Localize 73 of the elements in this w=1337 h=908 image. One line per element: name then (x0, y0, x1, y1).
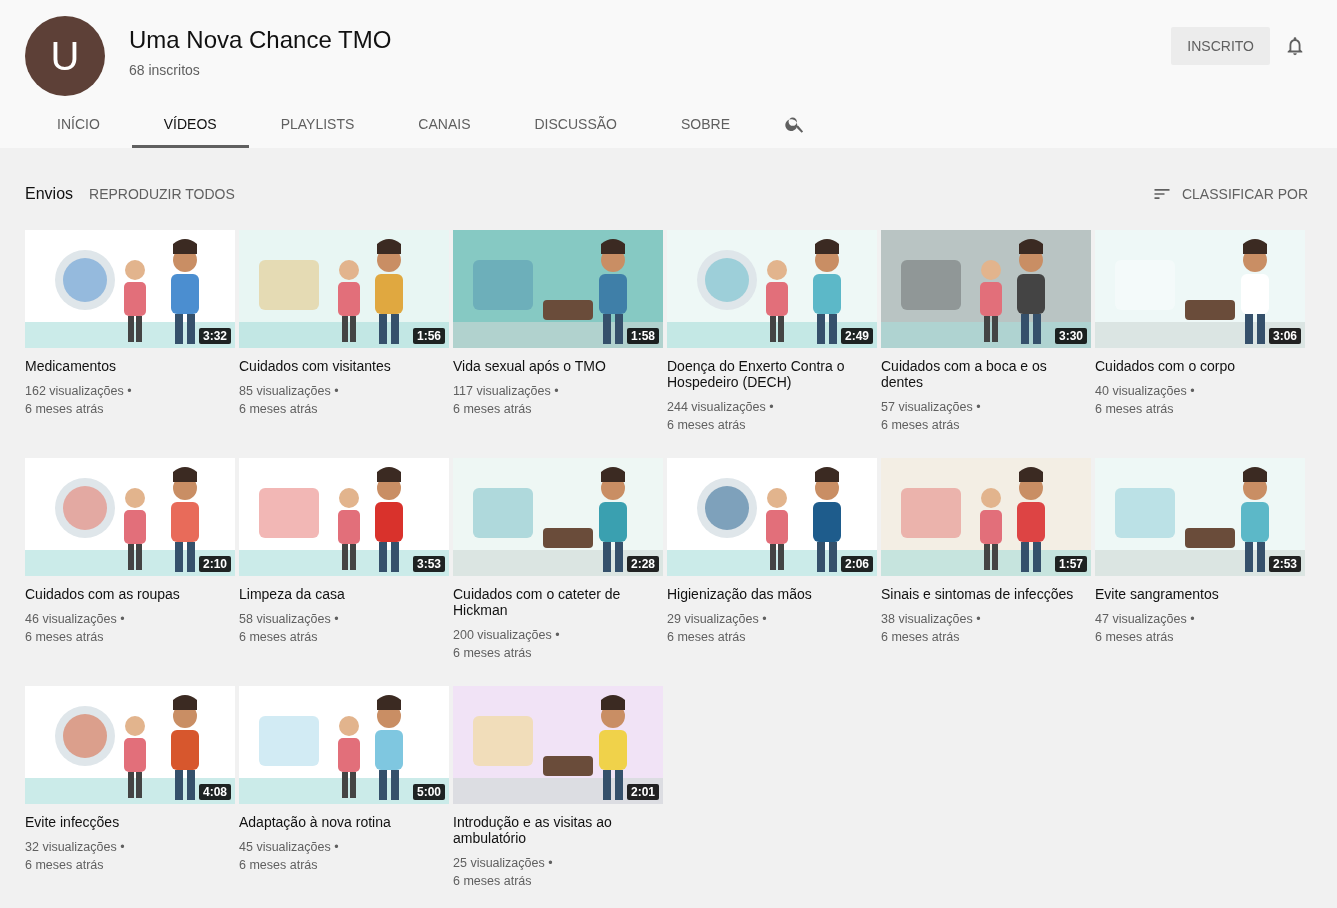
video-title[interactable]: Cuidados com as roupas (25, 586, 235, 602)
video-title[interactable]: Evite sangramentos (1095, 586, 1305, 602)
view-count: 47 visualizações • (1095, 611, 1196, 628)
video-title[interactable]: Higienização das mãos (667, 586, 877, 602)
duration-badge: 4:08 (198, 784, 231, 800)
channel-avatar[interactable]: U (25, 16, 105, 96)
channel-tab[interactable]: DISCUSSÃO (502, 100, 649, 148)
section-title: Envios (25, 185, 74, 203)
video-title[interactable]: Sinais e sintomas de infecções (881, 586, 1091, 602)
duration-badge: 2:49 (840, 328, 873, 344)
view-count: 45 visualizações • (239, 839, 340, 856)
video-title[interactable]: Cuidados com o corpo (1095, 358, 1305, 374)
video-title[interactable]: Cuidados com visitantes (239, 358, 449, 374)
video-title[interactable]: Introdução e as visitas ao ambulatório (453, 814, 663, 846)
duration-badge: 2:28 (626, 556, 659, 572)
upload-age: 6 meses atrás (453, 873, 533, 890)
duration-badge: 2:10 (198, 556, 231, 572)
subscriber-count: 68 inscritos (129, 62, 201, 78)
upload-age: 6 meses atrás (239, 629, 319, 646)
video-title[interactable]: Cuidados com a boca e os dentes (881, 358, 1091, 390)
channel-tab[interactable]: VÍDEOS (131, 100, 249, 148)
view-count: 29 visualizações • (667, 611, 768, 628)
upload-age: 6 meses atrás (453, 401, 533, 418)
upload-age: 6 meses atrás (25, 629, 105, 646)
duration-badge: 3:30 (1054, 328, 1087, 344)
upload-age: 6 meses atrás (667, 417, 747, 434)
duration-badge: 1:56 (412, 328, 445, 344)
upload-age: 6 meses atrás (881, 417, 961, 434)
duration-badge: 1:58 (626, 328, 659, 344)
view-count: 25 visualizações • (453, 855, 554, 872)
upload-age: 6 meses atrás (881, 629, 961, 646)
upload-age: 6 meses atrás (667, 629, 747, 646)
upload-age: 6 meses atrás (1095, 629, 1175, 646)
duration-badge: 2:53 (1268, 556, 1301, 572)
channel-tab[interactable]: SOBRE (648, 100, 762, 148)
video-title[interactable]: Evite infecções (25, 814, 235, 830)
subscribed-button[interactable]: INSCRITO (1171, 27, 1270, 65)
video-title[interactable]: Cuidados com o cateter de Hickman (453, 586, 663, 618)
duration-badge: 5:00 (412, 784, 445, 800)
view-count: 162 visualizações • (25, 383, 133, 400)
video-title[interactable]: Vida sexual após o TMO (453, 358, 663, 374)
duration-badge: 2:06 (840, 556, 873, 572)
play-all-link[interactable]: REPRODUZIR TODOS (81, 182, 243, 206)
video-title[interactable]: Adaptação à nova rotina (239, 814, 449, 830)
view-count: 85 visualizações • (239, 383, 340, 400)
view-count: 40 visualizações • (1095, 383, 1196, 400)
view-count: 58 visualizações • (239, 611, 340, 628)
upload-age: 6 meses atrás (239, 857, 319, 874)
view-count: 32 visualizações • (25, 839, 126, 856)
channel-tab[interactable]: PLAYLISTS (248, 100, 387, 148)
video-title[interactable]: Doença do Enxerto Contra o Hospedeiro (DECH) (667, 358, 877, 390)
video-title[interactable]: Limpeza da casa (239, 586, 449, 602)
channel-name: Uma Nova Chance TMO (129, 26, 393, 54)
upload-age: 6 meses atrás (239, 401, 319, 418)
view-count: 57 visualizações • (881, 399, 982, 416)
duration-badge: 3:53 (412, 556, 445, 572)
channel-tab[interactable]: CANAIS (386, 100, 503, 148)
view-count: 244 visualizações • (667, 399, 775, 416)
channel-tab[interactable]: INÍCIO (25, 100, 132, 148)
upload-age: 6 meses atrás (1095, 401, 1175, 418)
video-title[interactable]: Medicamentos (25, 358, 235, 374)
duration-badge: 2:01 (626, 784, 659, 800)
duration-badge: 1:57 (1054, 556, 1087, 572)
upload-age: 6 meses atrás (25, 401, 105, 418)
duration-badge: 3:32 (198, 328, 231, 344)
view-count: 200 visualizações • (453, 627, 561, 644)
duration-badge: 3:06 (1268, 328, 1301, 344)
view-count: 117 visualizações • (453, 383, 560, 400)
upload-age: 6 meses atrás (453, 645, 533, 662)
upload-age: 6 meses atrás (25, 857, 105, 874)
view-count: 46 visualizações • (25, 611, 126, 628)
view-count: 38 visualizações • (881, 611, 982, 628)
sort-button[interactable]: CLASSIFICAR POR (1151, 184, 1312, 204)
